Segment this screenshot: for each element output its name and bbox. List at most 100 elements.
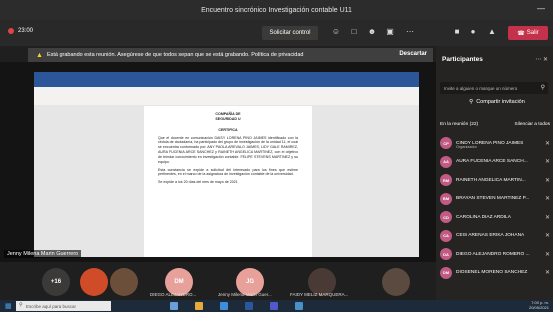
system-tray[interactable]: 7:00 p. m. 20/05/2021	[528, 300, 549, 311]
banner-text: Está grabando esta reunión. Asegúrese de…	[46, 52, 304, 58]
teams-icon[interactable]	[270, 302, 278, 310]
participant-tile[interactable]	[110, 268, 138, 296]
participant-name: CAROLINA DIAZ ARDILA	[456, 214, 511, 220]
rooms-icon[interactable]: ▣	[385, 27, 395, 37]
warning-icon: ▲	[36, 51, 43, 59]
mute-all-button[interactable]: Silenciar a todos	[515, 122, 550, 127]
microphone-icon[interactable]: ●	[468, 27, 478, 37]
doc-heading: CERTIFICA	[218, 127, 238, 132]
shared-word-document: COMPAÑÍA DE SEGURIDAD U CERTIFICA Que el…	[34, 72, 419, 257]
word-ribbon	[34, 87, 419, 106]
recording-timer: 23:00	[8, 28, 33, 34]
panel-title: Participantes	[442, 56, 483, 63]
more-options-icon[interactable]: ⋯	[405, 27, 415, 37]
muted-mic-icon: ✕	[544, 233, 550, 240]
leave-label: Salir	[526, 30, 539, 36]
participant-row[interactable]: AA AURA FUCENIA ARCE SANCH... ✕	[440, 153, 550, 172]
invite-placeholder: Invite a alguien o marque un número	[444, 85, 518, 91]
task-view-icon[interactable]	[170, 302, 178, 310]
participant-name: AURA FUCENIA ARCE SANCH...	[456, 159, 528, 165]
doc-paragraph-1: Que el docente en comunicación DAISY LOR…	[158, 135, 298, 164]
muted-mic-icon: ✕	[544, 140, 550, 147]
request-control-button[interactable]: Solicitar control	[262, 26, 318, 40]
invite-input[interactable]: Invite a alguien o marque un número ⚲	[440, 82, 548, 94]
participants-panel: Participantes ⋯ ✕ Invite a alguien o mar…	[436, 46, 553, 300]
word-icon[interactable]	[245, 302, 253, 310]
minimize-icon[interactable]: —	[537, 4, 545, 13]
participant-name: DIEGO ALEJANDRO ROMERO ...	[456, 251, 530, 257]
muted-mic-icon: ✕	[544, 177, 550, 184]
participant-row[interactable]: CP CINDY LORENA PINO JAIMES ✕ Organizador	[440, 134, 550, 153]
clock-date: 20/05/2021	[528, 304, 549, 310]
leave-button[interactable]: ☎ Salir	[508, 26, 548, 40]
request-control-label: Solicitar control	[269, 30, 311, 36]
document-page: COMPAÑÍA DE SEGURIDAD U CERTIFICA Que el…	[144, 106, 312, 257]
dismiss-button[interactable]: Descartar	[399, 51, 427, 57]
file-explorer-icon[interactable]	[195, 302, 203, 310]
tile-initials: JG	[245, 279, 254, 285]
muted-mic-icon: ✕	[544, 159, 550, 166]
avatar: BM	[440, 192, 452, 205]
participant-role: Organizador	[456, 145, 477, 149]
participant-name: DIOSENEL MORENO SANCHEZ	[456, 270, 528, 276]
participant-row[interactable]: DA DIEGO ALEJANDRO ROMERO ... ✕	[440, 245, 550, 264]
window-title: Encuentro sincrónico Investigación conta…	[201, 6, 352, 14]
doc-org-line-2: SEGURIDAD U	[215, 116, 241, 121]
word-titlebar	[34, 72, 419, 81]
recording-icon	[8, 28, 14, 34]
tile-initials: DM	[174, 279, 184, 285]
taskbar-search-placeholder: Escribe aquí para buscar	[26, 303, 77, 309]
share-invite-button[interactable]: ⚲ Compartir invitación	[463, 96, 531, 108]
more-participants-tile[interactable]: +16	[42, 268, 70, 296]
in-meeting-header[interactable]: En la reunión (22) Silenciar a todos	[440, 122, 550, 127]
phone-icon: ☎	[517, 30, 525, 37]
participant-row[interactable]: CA CEIS ARENAS ERIKA JOHANA ✕	[440, 227, 550, 246]
in-meeting-label: En la reunión (22)	[440, 122, 479, 127]
avatar: DM	[440, 266, 452, 279]
search-icon: ⚲	[540, 85, 545, 91]
chat-icon[interactable]: □	[349, 27, 359, 37]
muted-mic-icon: ✕	[544, 196, 550, 203]
taskbar-search-input[interactable]: ⚲ Escribe aquí para buscar	[16, 301, 111, 311]
muted-mic-icon: ✕	[544, 214, 550, 221]
participant-row[interactable]: RM RAINETH ANGELICA MARTIN... ✕	[440, 171, 550, 190]
recording-banner: ▲ Está grabando esta reunión. Asegúrese …	[28, 48, 433, 62]
edge-icon[interactable]	[220, 302, 228, 310]
windows-taskbar: ▦ ⚲ Escribe aquí para buscar 7:00 p. m. …	[0, 300, 553, 312]
share-screen-icon[interactable]: ▲	[487, 27, 497, 37]
meeting-toolbar: 23:00 Solicitar control ☺ □ ☻ ▣ ⋯ ■ ● ▲ …	[0, 20, 553, 46]
tile-label: Jenny Milena Marin Guer...	[218, 292, 272, 297]
participant-row[interactable]: BM BRAYAN STEVEN MARTINEZ P... ✕	[440, 190, 550, 209]
participant-list: CP CINDY LORENA PINO JAIMES ✕ Organizador AA…	[440, 134, 550, 282]
participant-name: BRAYAN STEVEN MARTINEZ P...	[456, 196, 530, 202]
tile-label: DIEGO ALEJANDRO...	[150, 292, 197, 297]
avatar: CA	[440, 229, 452, 242]
camera-icon[interactable]: ■	[452, 27, 462, 37]
avatar: DA	[440, 248, 452, 261]
avatar: RM	[440, 174, 452, 187]
tile-count: +16	[50, 279, 62, 285]
meeting-time: 23:00	[18, 28, 34, 34]
muted-mic-icon: ✕	[544, 251, 550, 258]
presenter-name-tag: Jenny Milena Marin Guerrero	[4, 250, 82, 258]
participant-tile[interactable]	[80, 268, 108, 296]
participant-row[interactable]: CD CAROLINA DIAZ ARDILA ✕	[440, 208, 550, 227]
share-invite-label: Compartir invitación	[476, 99, 525, 105]
doc-paragraph-3: Se expide a los 20 días del mes de mayo …	[158, 180, 238, 185]
avatar: CD	[440, 211, 452, 224]
windows-start-icon[interactable]: ▦	[5, 302, 12, 310]
tile-label: FAIDY MELIZ MARQUERA...	[290, 292, 349, 297]
avatar: CP	[440, 137, 452, 150]
muted-mic-icon: ✕	[544, 270, 550, 277]
avatar: AA	[440, 155, 452, 168]
participant-name: CEIS ARENAS ERIKA JOHANA	[456, 233, 525, 239]
reactions-icon[interactable]: ☻	[367, 27, 377, 37]
search-icon: ⚲	[19, 302, 23, 308]
participant-tile[interactable]	[382, 268, 410, 296]
panel-close-icon[interactable]: ⋯ ✕	[535, 56, 548, 63]
doc-paragraph-2: Esta constancia se expide a solicitud de…	[158, 167, 298, 177]
window-titlebar: Encuentro sincrónico Investigación conta…	[0, 0, 553, 20]
participants-icon[interactable]: ☺	[331, 27, 341, 37]
app-icon[interactable]	[295, 302, 303, 310]
participant-row[interactable]: DM DIOSENEL MORENO SANCHEZ ✕	[440, 264, 550, 283]
